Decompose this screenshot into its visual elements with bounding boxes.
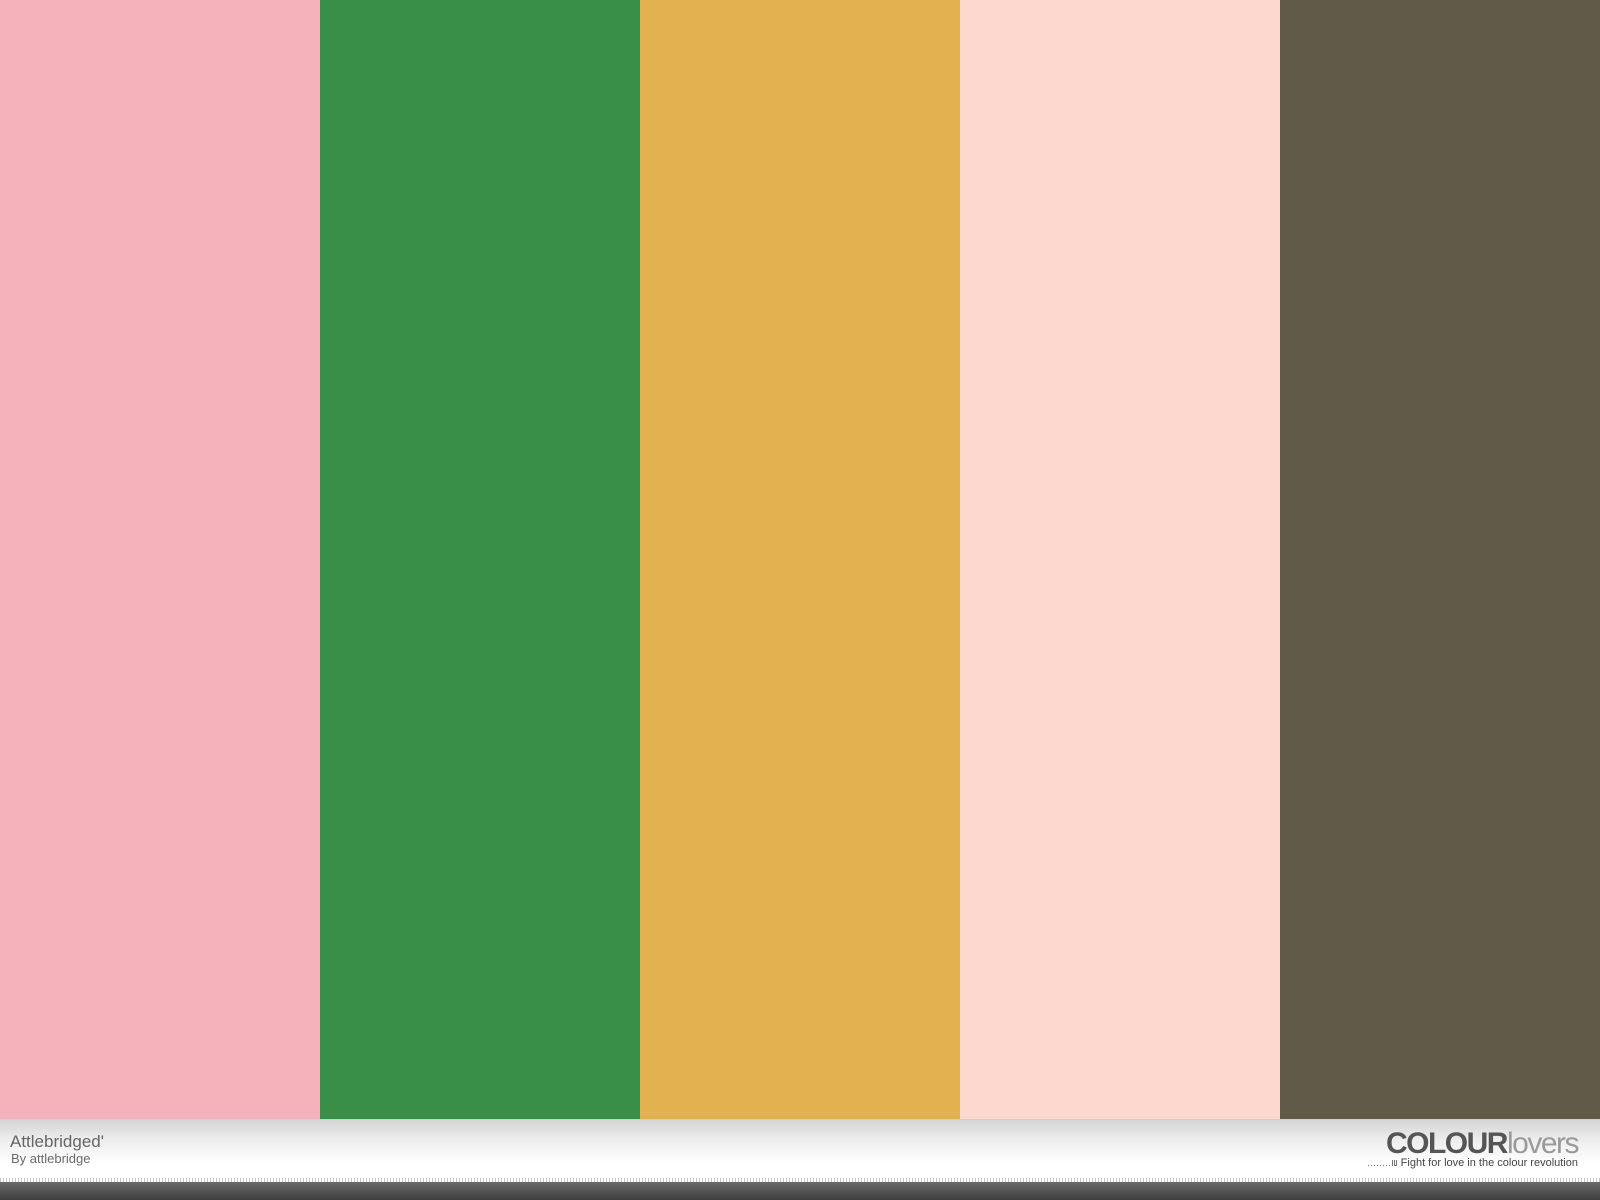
color-swatch-2[interactable] [320,0,640,1119]
color-palette [0,0,1600,1119]
logo-wordmark-light: lovers [1506,1127,1580,1160]
dotted-line-icon [1367,1160,1398,1166]
color-swatch-3[interactable] [640,0,960,1119]
bottom-bar [0,1182,1600,1200]
color-swatch-4[interactable] [960,0,1280,1119]
color-swatch-1[interactable] [0,0,320,1119]
colourlovers-logo[interactable]: COLOURlovers Fight for love in the colou… [1367,1127,1580,1169]
logo-wordmark-strong: COLOUR [1385,1127,1509,1160]
palette-title: Attlebridged' [10,1132,104,1151]
color-swatch-5[interactable] [1280,0,1600,1119]
logo-wordmark: COLOURlovers [1368,1127,1580,1160]
footer-bar [0,1119,1600,1182]
palette-author: By attlebridge [11,1151,91,1166]
logo-tagline: Fight for love in the colour revolution [1400,1157,1578,1169]
